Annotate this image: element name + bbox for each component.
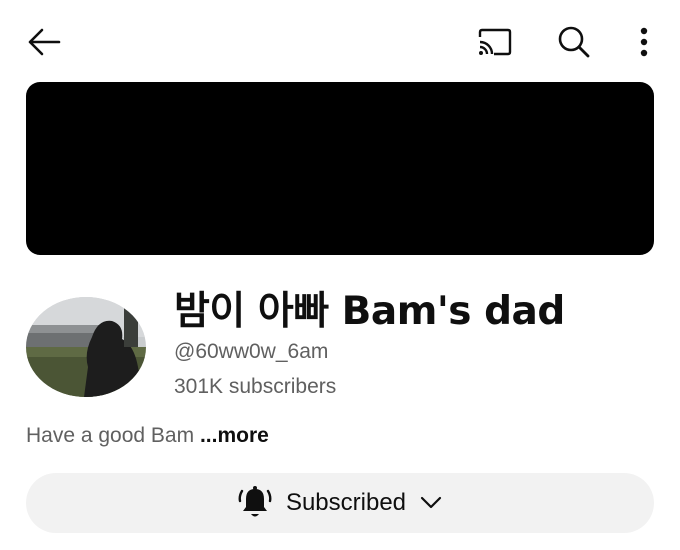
more-options-button[interactable] [626,22,662,62]
search-button[interactable] [552,22,596,62]
cast-icon [478,28,512,56]
subscribed-label: Subscribed [285,489,407,516]
channel-handle: @60ww0w_6am [174,340,329,363]
arrow-left-icon [28,28,61,56]
channel-description[interactable]: Have a good Bam ...more [26,424,269,448]
search-icon [558,26,590,58]
top-app-bar [0,0,680,84]
avatar[interactable] [26,297,146,397]
avatar-photo [26,297,146,397]
description-text: Have a good Bam [26,424,200,447]
bell-icon [238,486,272,517]
channel-name: 밤이 아빠 Bam's dad [174,289,565,334]
subscribed-button[interactable]: Subscribed [26,473,654,533]
more-vertical-icon [640,27,648,57]
back-button[interactable] [24,24,64,60]
subscriber-count: 301K subscribers [174,375,337,398]
cast-button[interactable] [470,24,518,60]
chevron-down-icon [420,496,442,509]
more-link[interactable]: ...more [200,424,269,447]
channel-banner [26,82,654,255]
